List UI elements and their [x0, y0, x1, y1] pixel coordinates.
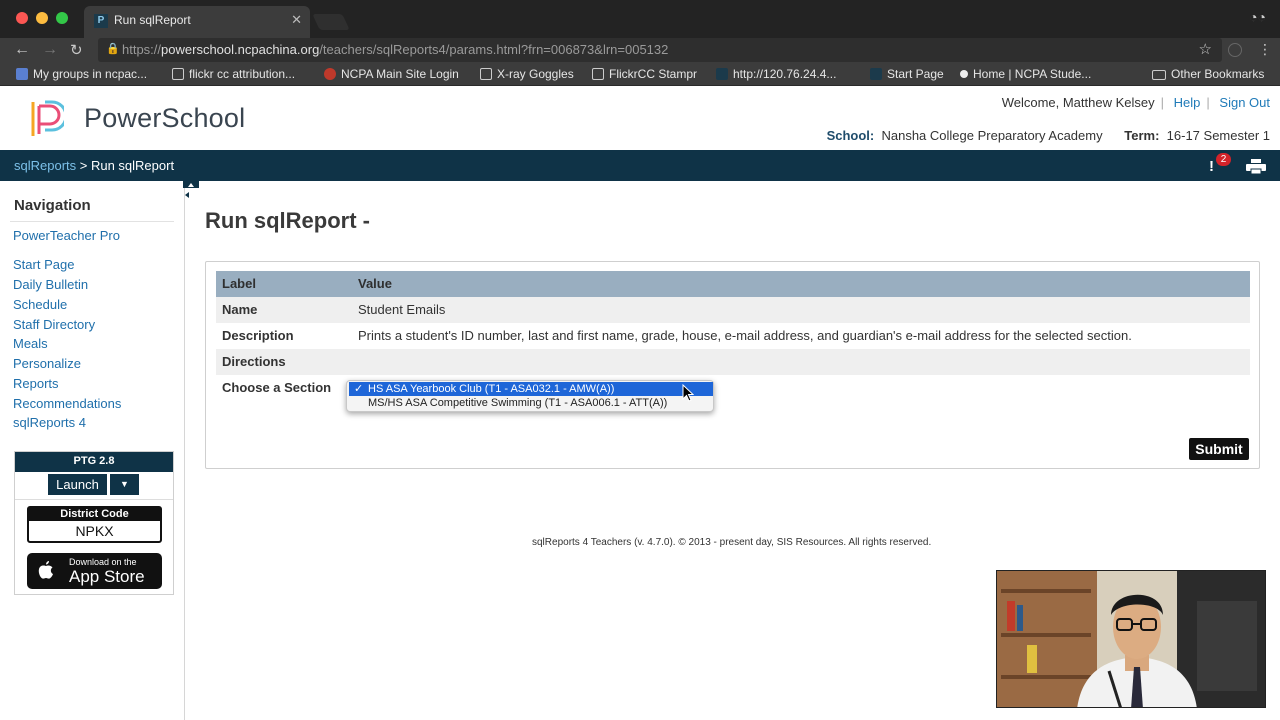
- term-label: Term:: [1124, 128, 1160, 143]
- user-links: Welcome, Matthew Kelsey | Help | Sign Out: [1001, 95, 1270, 110]
- divider: [10, 221, 174, 222]
- bookmark-item[interactable]: http://120.76.24.4...: [716, 67, 836, 81]
- sidebar-item-meals[interactable]: Meals: [13, 336, 48, 351]
- bookmark-item[interactable]: Home | NCPA Stude...: [960, 67, 1091, 81]
- app-store-small-text: Download on the: [69, 557, 137, 567]
- report-params-panel: Label Value Name Student Emails Descript…: [205, 261, 1260, 469]
- app-store-big-text: App Store: [69, 567, 145, 586]
- footer-copyright: sqlReports 4 Teachers (v. 4.7.0). © 2013…: [532, 537, 932, 548]
- browser-tab-bar: P Run sqlReport ✕ ◔◔: [0, 0, 1280, 38]
- row-value: Prints a student's ID number, last and f…: [358, 328, 1132, 343]
- tab-close-icon[interactable]: ✕: [291, 12, 302, 28]
- divider: [15, 499, 173, 500]
- bookmark-item[interactable]: NCPA Main Site Login: [324, 67, 459, 81]
- profile-icon[interactable]: ◔◔: [1249, 9, 1266, 25]
- breadcrumb-bar: sqlReports > Run sqlReport: [0, 150, 1280, 181]
- powerschool-header: PowerSchool Welcome, Matthew Kelsey | Hel…: [0, 87, 1280, 150]
- school-label: School:: [826, 128, 875, 143]
- table-row: Name Student Emails: [216, 297, 1250, 323]
- webcam-person-image: [997, 571, 1265, 707]
- school-term-info: School: Nansha College Preparatory Acade…: [827, 128, 1270, 143]
- other-bookmarks-folder[interactable]: Other Bookmarks: [1152, 67, 1264, 81]
- print-icon[interactable]: [1246, 159, 1266, 174]
- bookmark-item[interactable]: flickr cc attribution...: [172, 67, 295, 81]
- checkmark-icon: ✓: [354, 383, 364, 395]
- column-header-label: Label: [222, 276, 256, 291]
- page-title: Run sqlReport -: [205, 208, 370, 233]
- alert-count-badge: 2: [1216, 153, 1231, 166]
- district-code-box: District Code NPKX: [27, 506, 162, 543]
- tab-title: Run sqlReport: [114, 13, 191, 27]
- powerschool-logo-text: PowerSchool: [84, 103, 246, 133]
- lock-icon: 🔒: [106, 43, 120, 55]
- sidebar-item-schedule[interactable]: Schedule: [13, 297, 67, 312]
- sidebar-item-start-page[interactable]: Start Page: [13, 257, 74, 272]
- bookmarks-bar: My groups in ncpac... flickr cc attribut…: [0, 64, 1280, 86]
- breadcrumb: sqlReports > Run sqlReport: [14, 158, 175, 173]
- url-text: https://powerschool.ncpachina.org/teache…: [122, 42, 669, 57]
- browser-toolbar: ← → ↻ 🔒 https://powerschool.ncpachina.or…: [0, 38, 1280, 64]
- section-select-dropdown[interactable]: ✓ HS ASA Yearbook Club (T1 - ASA032.1 - …: [346, 380, 714, 412]
- bookmark-item[interactable]: FlickrCC Stampr: [592, 67, 697, 81]
- sidebar-item-personalize[interactable]: Personalize: [13, 356, 81, 371]
- bookmark-item[interactable]: X-ray Goggles: [480, 67, 574, 81]
- section-option-selected[interactable]: ✓ HS ASA Yearbook Club (T1 - ASA032.1 - …: [349, 382, 713, 396]
- row-label: Directions: [222, 354, 286, 369]
- mouse-cursor-icon: [682, 384, 694, 402]
- section-option[interactable]: MS/HS ASA Competitive Swimming (T1 - ASA…: [349, 396, 713, 410]
- sidebar-item-sqlreports-4[interactable]: sqlReports 4: [13, 415, 86, 430]
- launch-dropdown-button[interactable]: ▼: [110, 474, 139, 495]
- browser-tab[interactable]: P Run sqlReport ✕: [84, 6, 310, 38]
- ptg-widget: PTG 2.8 Launch ▼ District Code NPKX Down…: [14, 451, 174, 595]
- extension-icon[interactable]: [1228, 43, 1242, 57]
- address-bar[interactable]: 🔒 https://powerschool.ncpachina.org/teac…: [98, 38, 1222, 62]
- apple-icon: [38, 561, 53, 579]
- bookmark-item[interactable]: My groups in ncpac...: [16, 67, 147, 81]
- ptg-header: PTG 2.8: [15, 452, 173, 472]
- sidebar-item-powerteacher-pro[interactable]: PowerTeacher Pro: [13, 228, 120, 243]
- caret-down-icon: ▼: [120, 479, 129, 489]
- forward-arrow-icon[interactable]: →: [42, 41, 58, 59]
- app-store-badge[interactable]: Download on the App Store: [27, 553, 162, 589]
- submit-button[interactable]: Submit: [1189, 438, 1249, 460]
- sidebar-item-staff-directory[interactable]: Staff Directory: [13, 317, 95, 332]
- sign-out-link[interactable]: Sign Out: [1219, 95, 1270, 110]
- help-link[interactable]: Help: [1174, 95, 1201, 110]
- row-value: Student Emails: [358, 302, 446, 317]
- table-header-row: Label Value: [216, 271, 1250, 297]
- row-label: Choose a Section: [222, 380, 332, 395]
- close-window-button[interactable]: [16, 12, 28, 24]
- reload-icon[interactable]: ↻: [70, 41, 83, 59]
- alert-icon[interactable]: !: [1209, 158, 1214, 175]
- powerschool-logo-icon: [31, 100, 64, 136]
- sidebar: Navigation PowerTeacher Pro Start Page D…: [0, 181, 185, 720]
- table-row: Description Prints a student's ID number…: [216, 323, 1250, 349]
- column-header-value: Value: [358, 276, 392, 291]
- zoom-window-button[interactable]: [56, 12, 68, 24]
- row-label: Name: [222, 302, 258, 317]
- webcam-video-overlay: [996, 570, 1266, 708]
- sidebar-collapse-icon[interactable]: [183, 181, 199, 203]
- sidebar-item-reports[interactable]: Reports: [13, 376, 59, 391]
- bookmark-item[interactable]: Start Page: [870, 67, 944, 81]
- navigation-heading: Navigation: [14, 197, 91, 214]
- breadcrumb-sqlreports-link[interactable]: sqlReports: [14, 158, 76, 173]
- new-tab-button[interactable]: [312, 14, 350, 30]
- powerschool-favicon-icon: P: [94, 14, 108, 28]
- sidebar-item-daily-bulletin[interactable]: Daily Bulletin: [13, 277, 88, 292]
- school-name: Nansha College Preparatory Academy: [881, 128, 1103, 143]
- sidebar-item-recommendations[interactable]: Recommendations: [13, 396, 121, 411]
- back-arrow-icon[interactable]: ←: [14, 41, 30, 59]
- bookmark-star-icon[interactable]: ☆: [1199, 40, 1212, 58]
- table-row: Directions: [216, 349, 1250, 375]
- district-code-label: District Code: [29, 508, 160, 521]
- breadcrumb-current: Run sqlReport: [90, 158, 175, 173]
- term-value: 16-17 Semester 1: [1166, 128, 1270, 143]
- welcome-text: Welcome, Matthew Kelsey: [1001, 95, 1155, 110]
- browser-menu-icon[interactable]: ⋮: [1258, 41, 1272, 58]
- district-code-value: NPKX: [75, 523, 114, 539]
- row-label: Description: [222, 328, 294, 343]
- minimize-window-button[interactable]: [36, 12, 48, 24]
- launch-button[interactable]: Launch: [48, 474, 107, 495]
